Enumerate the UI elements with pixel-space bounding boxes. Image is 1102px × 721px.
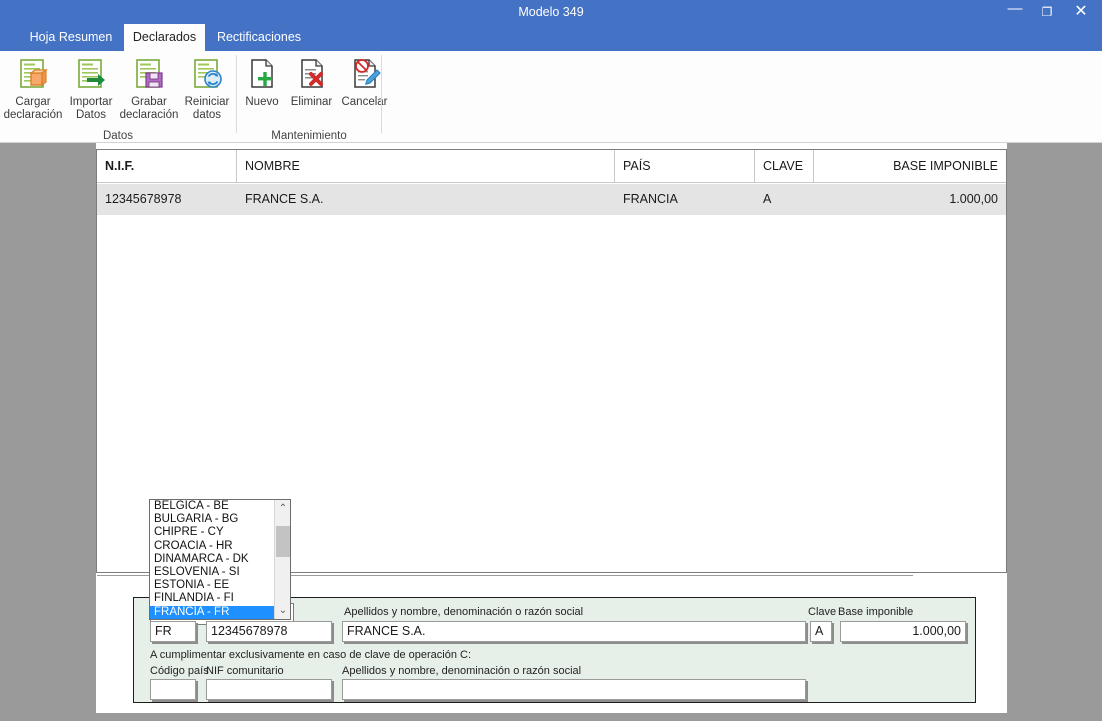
label-apellidos-2: Apellidos y nombre, denominación o razón… (342, 665, 582, 677)
list-item[interactable]: CROACIA - HR (150, 540, 275, 553)
list-item[interactable]: ESLOVENIA - SI (150, 566, 275, 579)
importar-datos-label-1: Importar (69, 96, 113, 108)
ribbon-group-datos: Cargar declaración Importar Datos Grabar… (0, 51, 236, 143)
nota-clave-c: A cumplimentar exclusivamente en caso de… (150, 649, 472, 661)
cell-nombre: FRANCE S.A. (245, 192, 324, 206)
desktop-background: N.I.F. NOMBRE PAÍS CLAVE BASE IMPONIBLE … (0, 143, 1102, 721)
cargar-declaracion-button[interactable]: Cargar declaración (3, 55, 63, 122)
ribbon-groups: Cargar declaración Importar Datos Grabar… (0, 51, 400, 143)
list-item[interactable]: FINLANDIA - FI (150, 592, 275, 605)
nif-1-input[interactable]: 12345678978 (206, 621, 332, 642)
ribbon-group-mantenimiento: Nuevo Eliminar Cancelar Mantenimiento (237, 51, 388, 143)
table-row[interactable]: 12345678978 FRANCE S.A. FRANCIA A 1.000,… (97, 184, 1006, 215)
label-codigo-pais-2: Código país (150, 665, 209, 677)
list-item[interactable]: BULGARIA - BG (150, 513, 275, 526)
cell-base-imponible: 1.000,00 (949, 192, 998, 206)
list-item[interactable]: CHIPRE - CY (150, 526, 275, 539)
minimize-button[interactable]: — (1000, 0, 1030, 24)
base-imponible-input[interactable]: 1.000,00 (840, 621, 966, 642)
reiniciar-datos-button[interactable]: Reiniciar datos (179, 55, 235, 122)
list-item[interactable]: ESTONIA - EE (150, 579, 275, 592)
tab-strip: Hoja Resumen Declarados Rectificaciones (0, 24, 1102, 51)
nuevo-button[interactable]: Nuevo (239, 55, 285, 109)
importar-datos-button[interactable]: Importar Datos (63, 55, 119, 122)
grabar-declaracion-label-1: Grabar (131, 96, 167, 108)
cell-nif: 12345678978 (105, 192, 182, 206)
label-clave: Clave (808, 606, 837, 618)
cancel-edit-icon (338, 55, 391, 93)
client-area: N.I.F. NOMBRE PAÍS CLAVE BASE IMPONIBLE … (96, 143, 1007, 713)
codigo-pais-2-input[interactable] (150, 679, 196, 700)
scrollbar-thumb[interactable] (276, 526, 290, 557)
reset-data-icon (179, 55, 235, 93)
ribbon-group-divider-2 (381, 55, 382, 133)
cancelar-label: Cancelar (341, 96, 388, 108)
cargar-declaracion-label-1: Cargar (15, 96, 51, 108)
label-base-imponible: Base imponible (838, 606, 914, 618)
apellidos-1-input[interactable]: FRANCE S.A. (342, 621, 806, 642)
grabar-declaracion-label-2: declaración (119, 109, 179, 121)
tab-rectificaciones[interactable]: Rectificaciones (207, 24, 311, 51)
grid-column-clave[interactable]: CLAVE (755, 150, 814, 182)
grid-column-nombre[interactable]: NOMBRE (237, 150, 615, 182)
label-nif-comunitario: NIF comunitario (206, 665, 284, 677)
save-declaration-icon (119, 55, 179, 93)
cancelar-button[interactable]: Cancelar (338, 55, 391, 109)
reiniciar-datos-label-1: Reiniciar (184, 96, 230, 108)
codigo-pais-1-input[interactable]: FR (150, 621, 196, 642)
cargar-declaracion-label-2: declaración (3, 109, 63, 121)
grabar-declaracion-button[interactable]: Grabar declaración (119, 55, 179, 122)
grid-column-base-imponible[interactable]: BASE IMPONIBLE (814, 150, 1006, 182)
importar-datos-label-2: Datos (75, 109, 107, 121)
grid-header-row: N.I.F. NOMBRE PAÍS CLAVE BASE IMPONIBLE (97, 150, 1006, 183)
scroll-up-icon[interactable]: ⌃ (275, 500, 291, 517)
list-item[interactable]: BÉLGICA - BE (150, 500, 275, 513)
ribbon-group-mantenimiento-label: Mantenimiento (271, 130, 347, 142)
pais-dropdown-list[interactable]: BÉLGICA - BE BULGARIA - BG CHIPRE - CY C… (150, 500, 275, 619)
cell-clave: A (763, 192, 772, 206)
import-data-icon (63, 55, 119, 93)
list-item-selected[interactable]: FRANCIA - FR (150, 605, 275, 619)
ribbon: Cargar declaración Importar Datos Grabar… (0, 51, 1102, 143)
delete-record-icon (285, 55, 338, 93)
pais-dropdown-popup[interactable]: BÉLGICA - BE BULGARIA - BG CHIPRE - CY C… (149, 499, 291, 620)
clave-input[interactable]: A (810, 621, 832, 642)
list-item[interactable]: DINAMARCA - DK (150, 553, 275, 566)
load-declaration-icon (3, 55, 63, 93)
grid-column-nif[interactable]: N.I.F. (97, 150, 237, 182)
dropdown-scrollbar[interactable]: ⌃ ⌄ (274, 500, 290, 619)
apellidos-2-input[interactable] (342, 679, 806, 700)
reiniciar-datos-label-2: datos (192, 109, 222, 121)
ribbon-group-datos-label: Datos (102, 130, 134, 142)
new-record-icon (239, 55, 285, 93)
scroll-down-icon[interactable]: ⌄ (275, 602, 291, 619)
maximize-button[interactable]: ❐ (1032, 0, 1062, 24)
grid-column-pais[interactable]: PAÍS (615, 150, 755, 182)
cell-pais: FRANCIA (623, 192, 678, 206)
tab-declarados[interactable]: Declarados (124, 24, 205, 51)
nuevo-label: Nuevo (245, 96, 279, 108)
close-button[interactable]: ✕ (1066, 0, 1096, 24)
nif-comunitario-input[interactable] (206, 679, 332, 700)
tab-hoja-resumen[interactable]: Hoja Resumen (21, 24, 121, 51)
window-title: Modelo 349 (518, 5, 584, 19)
title-bar: Modelo 349 — ❐ ✕ (0, 0, 1102, 24)
label-apellidos-1: Apellidos y nombre, denominación o razón… (344, 606, 584, 618)
eliminar-button[interactable]: Eliminar (285, 55, 338, 109)
eliminar-label: Eliminar (290, 96, 333, 108)
